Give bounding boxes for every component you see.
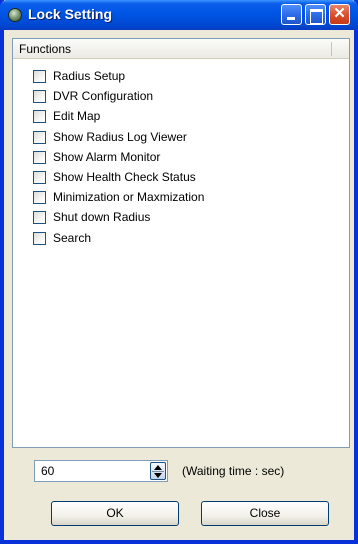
waiting-time-stepper[interactable]: 60 bbox=[34, 460, 168, 482]
list-item[interactable]: DVR Configuration bbox=[13, 87, 343, 107]
list-item[interactable]: Show Health Check Status bbox=[13, 168, 343, 188]
close-icon: ✕ bbox=[333, 5, 346, 22]
list-item[interactable]: Show Alarm Monitor bbox=[13, 148, 343, 168]
spin-divider bbox=[152, 471, 164, 472]
checkbox[interactable] bbox=[33, 70, 46, 83]
spin-buttons[interactable] bbox=[150, 462, 166, 480]
list-header[interactable]: Functions bbox=[13, 39, 349, 59]
checkbox[interactable] bbox=[33, 231, 46, 245]
column-divider[interactable] bbox=[331, 42, 332, 56]
checkbox[interactable] bbox=[33, 90, 46, 104]
item-label[interactable]: Show Alarm Monitor bbox=[53, 150, 160, 164]
close-window-button[interactable]: ✕ bbox=[329, 4, 350, 25]
functions-list[interactable]: Functions Radius Setup DVR Configuration… bbox=[12, 38, 350, 448]
window-title: Lock Setting bbox=[28, 6, 113, 22]
item-label[interactable]: DVR Configuration bbox=[53, 89, 153, 103]
checkbox[interactable] bbox=[33, 211, 46, 225]
app-icon bbox=[8, 8, 22, 22]
function-items: Radius Setup DVR Configuration Edit Map … bbox=[13, 67, 343, 249]
item-label[interactable]: Edit Map bbox=[53, 109, 100, 123]
item-label[interactable]: Show Health Check Status bbox=[53, 170, 196, 184]
spin-up-icon[interactable] bbox=[154, 465, 162, 470]
ok-button[interactable]: OK bbox=[51, 501, 179, 526]
list-item[interactable]: Search bbox=[13, 229, 343, 249]
item-label[interactable]: Show Radius Log Viewer bbox=[53, 130, 187, 144]
checkbox[interactable] bbox=[33, 130, 46, 144]
minimize-button[interactable] bbox=[281, 4, 302, 25]
checkbox[interactable] bbox=[33, 150, 46, 164]
spin-down-icon[interactable] bbox=[154, 473, 162, 478]
list-item[interactable]: Shut down Radius bbox=[13, 208, 343, 228]
list-item[interactable]: Radius Setup bbox=[13, 67, 343, 87]
waiting-time-label: (Waiting time : sec) bbox=[182, 464, 285, 478]
list-item[interactable]: Minimization or Maxmization bbox=[13, 188, 343, 208]
item-label[interactable]: Shut down Radius bbox=[53, 210, 150, 224]
checkbox[interactable] bbox=[33, 110, 46, 124]
item-label[interactable]: Minimization or Maxmization bbox=[53, 190, 204, 204]
checkbox[interactable] bbox=[33, 191, 46, 205]
close-button[interactable]: Close bbox=[201, 501, 329, 526]
maximize-button[interactable] bbox=[305, 4, 326, 25]
title-bar[interactable]: Lock Setting ✕ bbox=[0, 0, 358, 30]
item-label[interactable]: Radius Setup bbox=[53, 69, 125, 83]
list-item[interactable]: Show Radius Log Viewer bbox=[13, 128, 343, 148]
checkbox[interactable] bbox=[33, 170, 46, 184]
waiting-time-value[interactable]: 60 bbox=[41, 464, 54, 478]
item-label[interactable]: Search bbox=[53, 231, 91, 245]
column-header-functions[interactable]: Functions bbox=[19, 42, 71, 56]
list-item[interactable]: Edit Map bbox=[13, 107, 343, 127]
lock-setting-window: Lock Setting ✕ Functions Radius Setup DV… bbox=[0, 0, 358, 544]
